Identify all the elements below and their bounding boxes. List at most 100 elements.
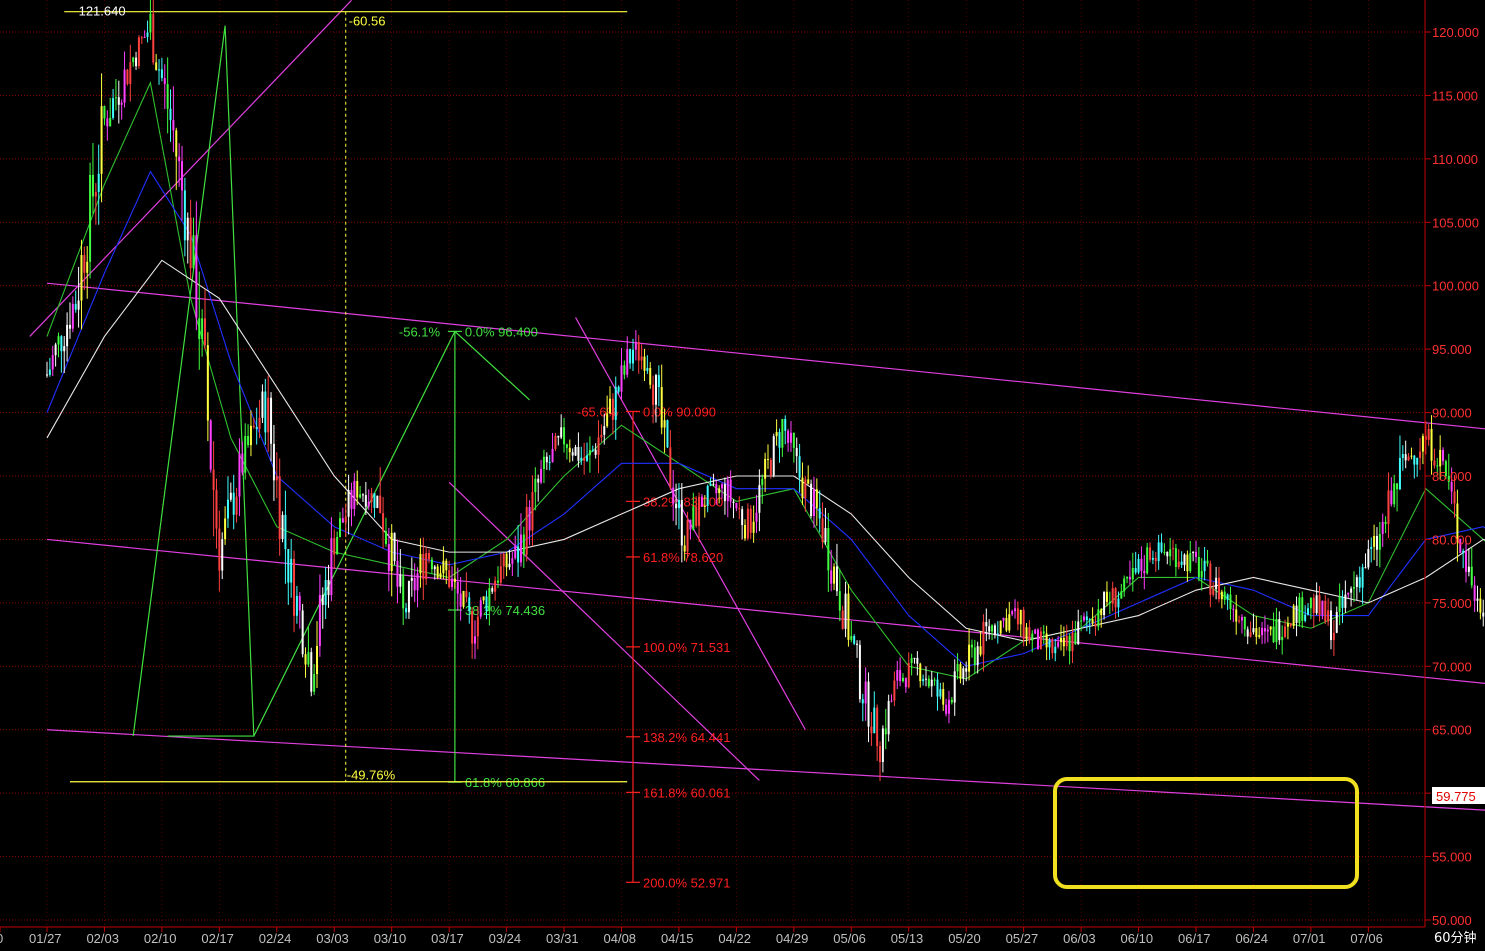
candle-body xyxy=(1404,454,1407,461)
x-tick-label: 05/27 xyxy=(1006,931,1039,946)
candle-body xyxy=(873,707,876,734)
candle-body xyxy=(215,490,218,529)
candle-body xyxy=(494,580,497,592)
y-tick-label: 75.000 xyxy=(1432,596,1472,611)
candle-body xyxy=(1482,612,1485,617)
candle-body xyxy=(1398,457,1401,490)
candle-body xyxy=(1243,616,1246,630)
candle-body xyxy=(795,447,798,457)
y-tick-label: 90.000 xyxy=(1432,406,1472,421)
candle-body xyxy=(249,425,252,446)
candle-body xyxy=(850,636,853,640)
candle-body xyxy=(106,118,109,127)
candle-body xyxy=(755,512,758,522)
candle-body xyxy=(1246,629,1249,637)
candle-body xyxy=(1335,611,1338,633)
candle-body xyxy=(1011,611,1014,615)
candle-body xyxy=(738,508,741,510)
candle-body xyxy=(933,679,936,681)
candle-body xyxy=(646,368,649,371)
candle-body xyxy=(588,450,591,456)
candle-body xyxy=(1258,635,1261,637)
candle-body xyxy=(1381,521,1384,534)
candle-body xyxy=(896,670,899,681)
candle-body xyxy=(83,255,86,273)
candle-body xyxy=(752,521,755,533)
channel-line xyxy=(46,729,1485,811)
candle-body xyxy=(993,625,996,635)
candle-body xyxy=(643,356,646,371)
candle-body xyxy=(1278,619,1281,641)
period-selector[interactable]: 60分钟 xyxy=(1430,929,1481,949)
candle-body xyxy=(764,458,767,479)
candle-body xyxy=(833,566,836,584)
candle-body xyxy=(1180,561,1183,565)
candle-body xyxy=(798,456,801,478)
candle-body xyxy=(1341,596,1344,608)
candle-body xyxy=(89,174,92,262)
candle-body xyxy=(1255,628,1258,637)
candle-body xyxy=(577,446,580,461)
candle-body xyxy=(94,192,97,197)
candle-body xyxy=(792,432,795,448)
candle-body xyxy=(810,483,813,517)
candle-body xyxy=(583,457,586,461)
high-low-markers: 121.640-60.56-49.76%55.600 xyxy=(64,4,628,783)
candle-body xyxy=(1295,605,1298,623)
candle-body xyxy=(482,596,485,601)
candle-body xyxy=(192,235,195,269)
candle-body xyxy=(48,369,51,375)
candle-body xyxy=(1002,618,1005,621)
candle-body xyxy=(996,633,999,635)
candle-body xyxy=(709,483,712,486)
candle-body xyxy=(287,549,290,583)
price-chart[interactable]: -56.1% 0.0% 96.400 38.2% 74.436 61.8% 60.86… xyxy=(0,0,1485,951)
candle-body xyxy=(1120,591,1123,599)
candle-body xyxy=(175,130,178,157)
candle-body xyxy=(884,728,887,735)
candle-body xyxy=(744,525,747,539)
candle-body xyxy=(1200,571,1203,578)
candle-body xyxy=(1103,591,1106,616)
candle-body xyxy=(1442,449,1445,462)
candle-body xyxy=(591,449,594,451)
candle-body xyxy=(109,117,112,127)
candle-body xyxy=(313,674,316,692)
candle-body xyxy=(1312,597,1315,614)
candle-body xyxy=(761,478,764,486)
candle-body xyxy=(453,578,456,583)
candle-body xyxy=(922,679,925,682)
x-tick-label: 06/10 xyxy=(1121,931,1154,946)
y-tick-label: 105.000 xyxy=(1432,215,1479,230)
candle-body xyxy=(123,69,126,103)
candle-body xyxy=(1031,633,1034,641)
candle-body xyxy=(491,588,494,592)
y-tick-label: 50.000 xyxy=(1432,913,1472,928)
candle-body xyxy=(999,620,1002,634)
candle-body xyxy=(347,489,350,517)
candle-body xyxy=(660,387,663,428)
candle-body xyxy=(183,190,186,241)
candle-body xyxy=(203,318,206,346)
candle-body xyxy=(1252,628,1255,633)
candle-body xyxy=(1039,631,1042,650)
candle-body xyxy=(985,621,988,627)
candle-body xyxy=(114,97,117,99)
candle-body xyxy=(1384,521,1387,525)
candle-body xyxy=(947,699,950,714)
x-tick-label: 07/06 xyxy=(1350,931,1383,946)
candle-body xyxy=(97,173,100,193)
candle-body xyxy=(1324,600,1327,622)
candle-body xyxy=(629,349,632,364)
candle-body xyxy=(557,435,560,438)
candle-body xyxy=(201,318,204,340)
candle-body xyxy=(1393,483,1396,505)
candle-body xyxy=(815,489,818,509)
candle-body xyxy=(936,679,939,697)
candle-body xyxy=(1240,616,1243,621)
candle-body xyxy=(1284,626,1287,637)
candle-body xyxy=(1416,457,1419,465)
candle-body xyxy=(456,582,459,594)
candle-body xyxy=(1091,619,1094,624)
candle-body xyxy=(451,578,454,588)
